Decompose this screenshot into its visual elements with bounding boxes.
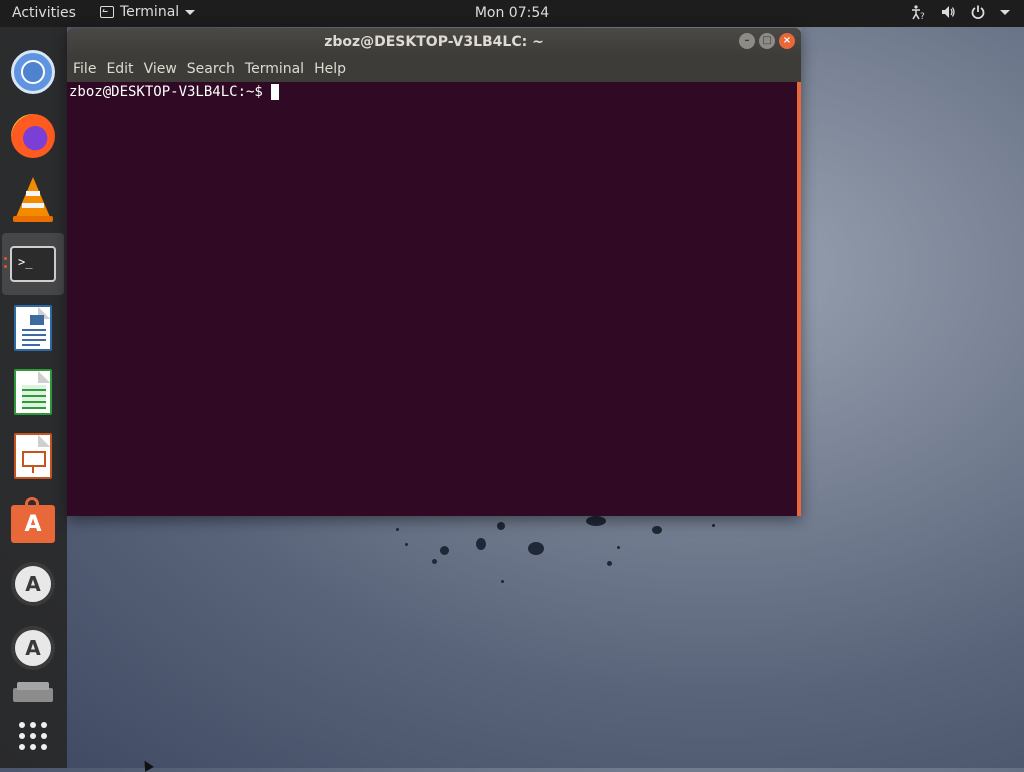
dock-item-ubuntu-software[interactable]: A bbox=[2, 493, 64, 555]
chromium-icon bbox=[11, 50, 55, 94]
software-center-icon: A bbox=[11, 497, 55, 543]
vlc-icon bbox=[13, 177, 53, 223]
dock-item-software-updater-2[interactable]: A bbox=[2, 617, 64, 679]
dock-item-chromium[interactable] bbox=[2, 41, 64, 103]
accessibility-icon[interactable]: ? bbox=[910, 4, 926, 20]
writer-icon bbox=[14, 305, 52, 351]
menu-terminal[interactable]: Terminal bbox=[245, 61, 304, 77]
window-controls: – □ × bbox=[739, 33, 795, 49]
calc-icon bbox=[14, 369, 52, 415]
app-menu[interactable]: Terminal bbox=[100, 4, 196, 20]
dock-item-terminal[interactable]: >_ bbox=[2, 233, 64, 295]
menu-help[interactable]: Help bbox=[314, 61, 346, 77]
menu-view[interactable]: View bbox=[144, 61, 177, 77]
menu-search[interactable]: Search bbox=[187, 61, 235, 77]
terminal-icon bbox=[100, 6, 114, 18]
menu-edit[interactable]: Edit bbox=[106, 61, 133, 77]
mouse-pointer-icon bbox=[140, 758, 154, 772]
volume-icon[interactable] bbox=[940, 4, 956, 20]
software-updater-icon: A bbox=[11, 626, 55, 670]
activities-button[interactable]: Activities bbox=[12, 5, 76, 21]
terminal-icon: >_ bbox=[10, 246, 56, 282]
dock-item-calc[interactable] bbox=[2, 361, 64, 423]
window-title: zboz@DESKTOP-V3LB4LC: ~ bbox=[324, 34, 544, 50]
terminal-window[interactable]: zboz@DESKTOP-V3LB4LC: ~ – □ × File Edit … bbox=[67, 28, 801, 516]
minimize-button[interactable]: – bbox=[739, 33, 755, 49]
system-tray[interactable]: ? bbox=[910, 4, 1010, 20]
window-titlebar[interactable]: zboz@DESKTOP-V3LB4LC: ~ – □ × bbox=[67, 28, 801, 56]
power-icon[interactable] bbox=[970, 4, 986, 20]
terminal-line: zboz@DESKTOP-V3LB4LC:~$ bbox=[69, 84, 279, 100]
top-bar: Activities Terminal Mon 07:54 ? bbox=[0, 0, 1024, 27]
maximize-button[interactable]: □ bbox=[759, 33, 775, 49]
chevron-down-icon[interactable] bbox=[1000, 9, 1010, 15]
svg-text:?: ? bbox=[920, 12, 925, 20]
close-button[interactable]: × bbox=[779, 33, 795, 49]
dock-item-software-updater[interactable]: A bbox=[2, 553, 64, 615]
running-indicator bbox=[4, 257, 7, 260]
dock-item-impress[interactable] bbox=[2, 425, 64, 487]
app-menu-label: Terminal bbox=[120, 4, 180, 20]
app-grid-icon bbox=[19, 722, 47, 750]
shell-prompt: zboz@DESKTOP-V3LB4LC:~$ bbox=[69, 84, 263, 100]
dock-item-vlc[interactable] bbox=[2, 169, 64, 231]
running-indicator bbox=[4, 265, 7, 268]
dock-item-writer[interactable] bbox=[2, 297, 64, 359]
text-cursor bbox=[270, 84, 279, 100]
show-applications-button[interactable] bbox=[2, 705, 64, 767]
menu-bar: File Edit View Search Terminal Help bbox=[67, 56, 801, 82]
menu-file[interactable]: File bbox=[73, 61, 96, 77]
firefox-icon bbox=[11, 114, 55, 158]
software-updater-icon: A bbox=[11, 562, 55, 606]
dock-item-firefox[interactable] bbox=[2, 105, 64, 167]
dock: >_ A A A bbox=[0, 27, 67, 768]
terminal-area[interactable]: zboz@DESKTOP-V3LB4LC:~$ bbox=[67, 82, 801, 516]
clock[interactable]: Mon 07:54 bbox=[475, 5, 549, 21]
chevron-down-icon bbox=[185, 9, 196, 15]
drive-icon bbox=[13, 682, 53, 702]
impress-icon bbox=[14, 433, 52, 479]
